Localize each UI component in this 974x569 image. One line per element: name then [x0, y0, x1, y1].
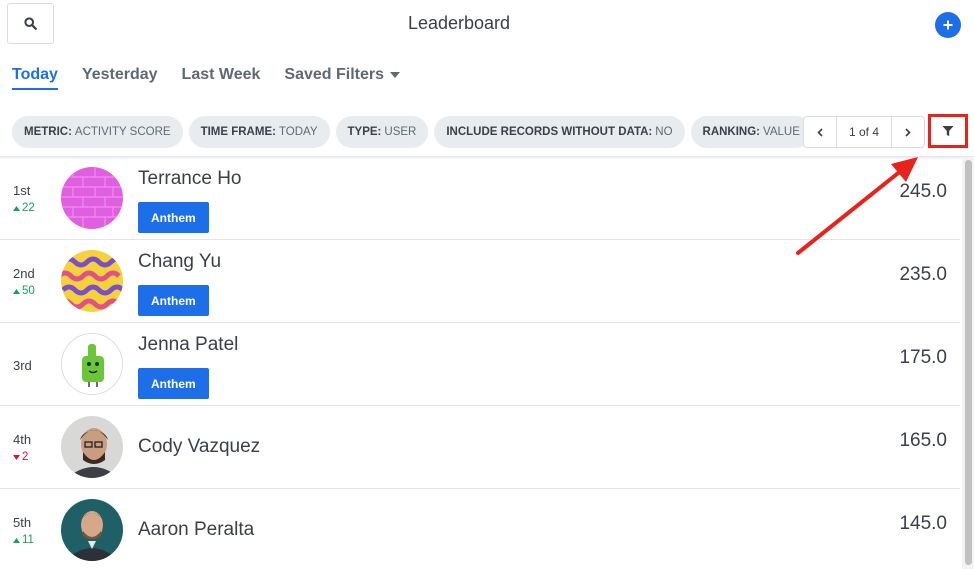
tab-yesterday[interactable]: Yesterday [82, 66, 158, 88]
caret-up-icon [13, 537, 20, 543]
rank-label: 4th [13, 432, 32, 447]
page-title: Leaderboard [407, 13, 511, 33]
chevron-left-icon [817, 127, 823, 137]
next-page-button[interactable] [892, 117, 924, 147]
chevron-right-icon [905, 127, 911, 137]
rank-label: 1st [13, 183, 31, 198]
caret-up-icon [13, 205, 20, 211]
leaderboard-row[interactable]: 5th 11 Aaron Peralta 145.0 [0, 489, 960, 569]
avatar [61, 333, 123, 395]
rank-label: 5th [13, 515, 32, 530]
filter-chip-metric[interactable]: METRIC: Activity Score [12, 116, 183, 148]
team-badge[interactable]: Anthem [138, 202, 209, 233]
filter-icon [942, 126, 954, 136]
avatar [61, 499, 123, 561]
page-indicator: 1 of 4 [836, 117, 892, 147]
plus-icon [943, 20, 953, 30]
caret-down-icon [390, 72, 401, 78]
avatar [61, 250, 123, 312]
rank-change: 50 [13, 285, 35, 297]
score-value: 145.0 [899, 513, 947, 534]
pagination: 1 of 4 [803, 116, 925, 148]
user-name[interactable]: Aaron Peralta [138, 519, 254, 541]
caret-down-icon [13, 454, 20, 460]
filter-chip-time-frame[interactable]: TIME FRAME: Today [188, 116, 330, 148]
rank-change: 2 [13, 451, 28, 463]
filter-chip-type[interactable]: TYPE: User [335, 116, 429, 148]
score-value: 165.0 [899, 430, 947, 451]
tab-today[interactable]: Today [12, 66, 58, 90]
user-name[interactable]: Cody Vazquez [138, 436, 260, 458]
caret-up-icon [13, 288, 20, 294]
user-name[interactable]: Jenna Patel [138, 334, 238, 356]
rank-label: 2nd [13, 266, 35, 281]
filter-chip-include-records[interactable]: INCLUDE RECORDS WITHOUT DATA: No [434, 116, 685, 148]
rank-label: 3rd [13, 358, 32, 373]
leaderboard-row[interactable]: 4th 2 Cody Vazquez 165.0 [0, 406, 960, 489]
date-tabs: Today Yesterday Last Week Saved Filters [12, 66, 401, 90]
team-badge[interactable]: Anthem [138, 368, 209, 399]
rank-change: 22 [13, 202, 35, 214]
user-name[interactable]: Chang Yu [138, 251, 221, 273]
tab-last-week[interactable]: Last Week [182, 66, 261, 88]
filter-button[interactable] [928, 114, 968, 148]
avatar [61, 416, 123, 478]
filter-chips: METRIC: Activity Score TIME FRAME: Today T… [12, 116, 812, 148]
avatar [61, 167, 123, 229]
score-value: 235.0 [899, 264, 947, 285]
tab-saved-filters[interactable]: Saved Filters [284, 66, 401, 88]
score-value: 175.0 [899, 347, 947, 368]
filter-chip-ranking[interactable]: RANKING: Value [690, 116, 812, 148]
user-name[interactable]: Terrance Ho [138, 168, 242, 190]
prev-page-button[interactable] [804, 117, 836, 147]
top-bar: Leaderboard [0, 0, 974, 50]
scrollbar-thumb[interactable] [965, 160, 972, 565]
rank-change: 11 [13, 534, 34, 546]
add-button[interactable] [935, 12, 961, 38]
annotation-arrow [796, 157, 918, 255]
leaderboard-row[interactable]: 3rd Jenna Patel Anthem 175.0 [0, 323, 960, 406]
team-badge[interactable]: Anthem [138, 285, 209, 316]
